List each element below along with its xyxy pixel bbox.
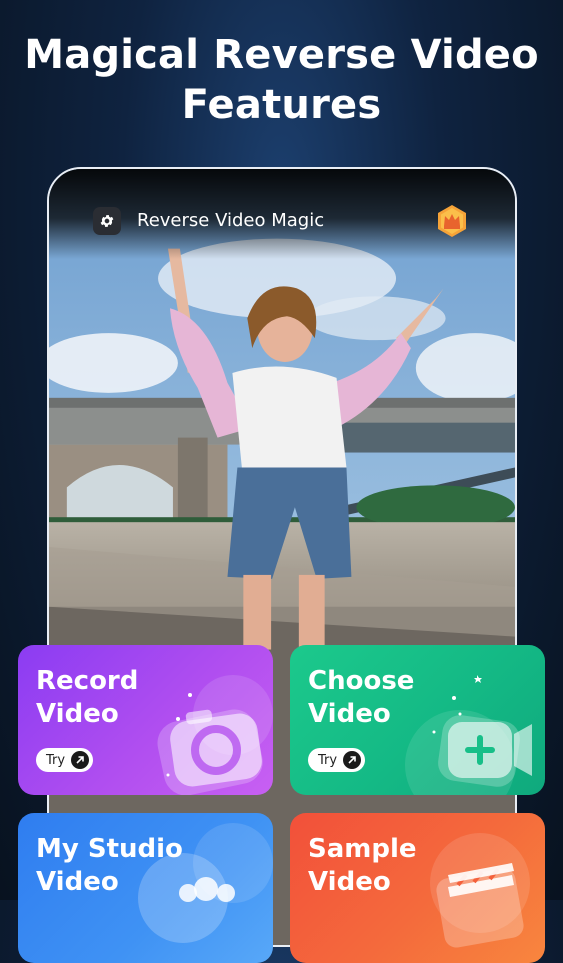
promo-headline: Magical Reverse Video Features [0, 30, 563, 130]
sample-card-line-2: Video [308, 867, 391, 897]
choose-try-button[interactable]: Try [308, 748, 366, 772]
record-card-title: Record Video [36, 665, 216, 731]
choose-card-line-2: Video [308, 699, 391, 729]
app-title: Reverse Video Magic [137, 210, 325, 231]
sample-video-card[interactable]: Sample Video [290, 813, 545, 963]
record-video-card[interactable]: Record Video Try [18, 645, 273, 795]
premium-button[interactable] [435, 204, 469, 238]
studio-card-line-1: My Studio [36, 834, 183, 864]
app-header: Reverse Video Magic [49, 169, 515, 259]
my-studio-video-card[interactable]: My Studio Video [18, 813, 273, 963]
choose-try-label: Try [318, 752, 338, 768]
headline-line-2: Features [181, 82, 382, 128]
sample-card-title: Sample Video [308, 833, 488, 899]
choose-video-card[interactable]: Choose Video Try [290, 645, 545, 795]
arrow-up-right-icon [343, 751, 362, 769]
record-card-line-1: Record [36, 666, 139, 696]
headline-line-1: Magical Reverse Video [24, 32, 539, 78]
record-card-line-2: Video [36, 699, 119, 729]
record-try-button[interactable]: Try [36, 748, 94, 772]
studio-card-line-2: Video [36, 867, 119, 897]
gear-icon [100, 215, 114, 227]
choose-card-title: Choose Video [308, 665, 488, 731]
crown-icon [438, 205, 466, 237]
record-try-label: Try [46, 752, 66, 768]
settings-button[interactable] [93, 207, 121, 235]
studio-card-title: My Studio Video [36, 833, 216, 899]
arrow-up-right-icon [71, 751, 90, 769]
choose-card-line-1: Choose [308, 666, 415, 696]
sample-card-line-1: Sample [308, 834, 417, 864]
